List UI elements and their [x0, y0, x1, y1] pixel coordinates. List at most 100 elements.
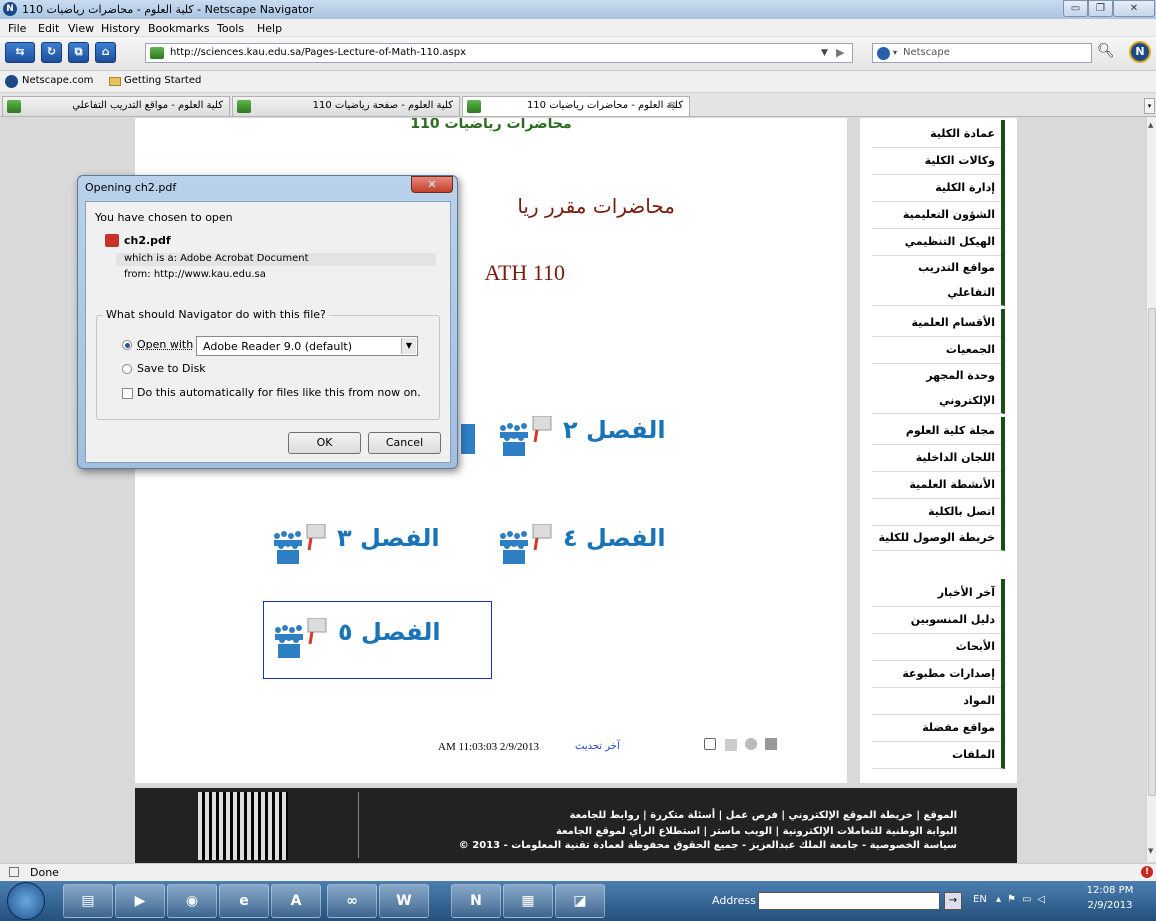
sidebar-item[interactable]: الأقسام العلمية: [872, 309, 1005, 337]
sidebar-item[interactable]: اتصل بالكلية: [872, 498, 1005, 526]
sidebar-item[interactable]: الأبحاث: [872, 633, 1005, 661]
chapter-3-link[interactable]: الفصل ٣: [271, 518, 491, 572]
share-icon[interactable]: [745, 738, 757, 750]
chevron-down-icon[interactable]: ▼: [401, 338, 416, 354]
sidebar-item[interactable]: وحدة المجهر الإلكتروني: [872, 363, 1005, 414]
sidebar-item[interactable]: الشؤون التعليمية: [872, 201, 1005, 229]
tab-math-page[interactable]: كلية العلوم - صفحة رياضيات 110: [232, 96, 460, 116]
sidebar-item[interactable]: الملفات: [872, 741, 1005, 769]
dialog-title: Opening ch2.pdf: [85, 181, 177, 194]
bookmark-getting-started[interactable]: Getting Started: [124, 75, 201, 86]
chapter-4-link[interactable]: الفصل ٤: [497, 518, 717, 572]
minimize-button[interactable]: ▭: [1063, 0, 1088, 17]
sidebar-item[interactable]: مواقع مفضلة: [872, 714, 1005, 742]
sidebar: عمادة الكلية وكالات الكلية إدارة الكلية …: [860, 118, 1017, 783]
address-go-icon[interactable]: →: [944, 892, 962, 910]
menu-edit[interactable]: Edit: [38, 22, 59, 35]
email-icon[interactable]: [765, 738, 777, 750]
pdf-icon[interactable]: [725, 739, 737, 751]
bookmark-netscape[interactable]: Netscape.com: [22, 75, 93, 86]
scroll-up-icon[interactable]: ▲: [1148, 121, 1153, 129]
sidebar-item[interactable]: مجلة كلية العلوم: [872, 417, 1005, 445]
reload-icon[interactable]: ↻: [41, 42, 62, 63]
application-select[interactable]: Adobe Reader 9.0 (default) ▼: [196, 336, 418, 356]
tray-icons[interactable]: ▴⚑▭◁: [996, 894, 1051, 905]
go-icon[interactable]: ▶: [836, 46, 844, 59]
sidebar-item[interactable]: المواد: [872, 687, 1005, 715]
back-forward-icon[interactable]: ⇆: [5, 42, 35, 63]
open-with-label[interactable]: Open with: [137, 338, 193, 351]
auto-checkbox[interactable]: [122, 388, 133, 399]
tab-training-sites[interactable]: كلية العلوم - مواقع التدريب التفاعلي: [2, 96, 230, 116]
engine-dropdown-icon[interactable]: ▾: [893, 48, 897, 57]
ie-icon[interactable]: e: [219, 884, 269, 918]
search-input[interactable]: ▾ Netscape: [872, 43, 1092, 63]
sidebar-item[interactable]: إدارة الكلية: [872, 174, 1005, 202]
app-window-icon[interactable]: ◪: [555, 884, 605, 918]
sidebar-item[interactable]: خريطة الوصول للكلية: [872, 525, 1005, 551]
close-button[interactable]: ✕: [1113, 0, 1155, 17]
app-icon[interactable]: ∞: [327, 884, 377, 918]
clock-date[interactable]: 2/9/2013: [1086, 900, 1134, 911]
acrobat-icon[interactable]: A: [271, 884, 321, 918]
chapter-5-link[interactable]: الفصل ٥: [263, 601, 492, 679]
alert-icon[interactable]: !: [1141, 866, 1153, 878]
menu-view[interactable]: View: [68, 22, 94, 35]
url-bar[interactable]: http://sciences.kau.edu.sa/Pages-Lecture…: [145, 43, 853, 63]
search-icon[interactable]: 🔍︎: [1097, 43, 1115, 59]
start-button[interactable]: [7, 882, 45, 920]
new-tab-icon[interactable]: ⧉: [68, 42, 89, 63]
sidebar-item[interactable]: عمادة الكلية: [872, 120, 1005, 148]
menu-tools[interactable]: Tools: [217, 22, 244, 35]
footer-links-2[interactable]: البوابة الوطنية للتعاملات الإلكترونية | …: [556, 826, 957, 837]
footer-links-1[interactable]: الموقع | خريطة الموقع الإلكتروني | فرص ع…: [570, 810, 957, 821]
language-indicator[interactable]: EN: [973, 894, 987, 905]
save-to-disk-label[interactable]: Save to Disk: [137, 362, 206, 375]
dialog-body: You have chosen to open ch2.pdf which is…: [85, 201, 451, 463]
sidebar-item[interactable]: آخر الأخبار: [872, 579, 1005, 607]
scroll-thumb[interactable]: [1148, 308, 1156, 796]
folder-icon: [109, 77, 121, 86]
auto-checkbox-label[interactable]: Do this automatically for files like thi…: [137, 386, 421, 399]
winrar-icon[interactable]: ▦: [503, 884, 553, 918]
sidebar-item[interactable]: الأنشطة العلمية: [872, 471, 1005, 499]
save-to-disk-radio[interactable]: [122, 364, 132, 374]
sidebar-item[interactable]: وكالات الكلية: [872, 147, 1005, 175]
home-icon[interactable]: ⌂: [95, 42, 116, 63]
clock-time[interactable]: 12:08 PM: [1086, 885, 1134, 896]
media-player-icon[interactable]: ▶: [115, 884, 165, 918]
menu-file[interactable]: File: [8, 22, 26, 35]
sidebar-item[interactable]: اللجان الداخلية: [872, 444, 1005, 472]
scroll-down-icon[interactable]: ▼: [1148, 847, 1153, 855]
vertical-scrollbar[interactable]: ▲ ▼: [1146, 117, 1156, 862]
ok-button[interactable]: OK: [288, 432, 361, 454]
tab-list-icon[interactable]: ▾: [1144, 98, 1155, 114]
word-icon[interactable]: W: [379, 884, 429, 918]
open-with-radio[interactable]: [122, 340, 132, 350]
menu-bookmarks[interactable]: Bookmarks: [148, 22, 209, 35]
chrome-icon[interactable]: ◉: [167, 884, 217, 918]
menu-history[interactable]: History: [101, 22, 140, 35]
tab-close-icon[interactable]: ⊗: [668, 100, 676, 111]
print-icon[interactable]: [704, 738, 716, 750]
url-dropdown-icon[interactable]: ▼: [821, 48, 828, 58]
open-file-dialog: Opening ch2.pdf ✕ You have chosen to ope…: [77, 175, 458, 469]
restore-button[interactable]: ❐: [1088, 0, 1113, 17]
cancel-button[interactable]: Cancel: [368, 432, 441, 454]
file-type: which is a: Adobe Acrobat Document: [124, 253, 309, 264]
footer-divider: [358, 792, 359, 858]
address-input[interactable]: [758, 892, 940, 910]
chapter-2-link[interactable]: الفصل ٢: [497, 410, 717, 464]
sidebar-item[interactable]: دليل المنسوبين: [872, 606, 1005, 634]
dialog-close-button[interactable]: ✕: [411, 176, 453, 193]
sidebar-item[interactable]: الجمعيات: [872, 336, 1005, 364]
netscape-task-icon[interactable]: N: [451, 884, 501, 918]
sidebar-item[interactable]: الهيكل التنظيمي: [872, 228, 1005, 256]
sidebar-item[interactable]: مواقع التدريب التفاعلي: [872, 255, 1005, 306]
application-value: Adobe Reader 9.0 (default): [203, 340, 352, 353]
sidebar-item[interactable]: إصدارات مطبوعة: [872, 660, 1005, 688]
tab-math-lectures[interactable]: كلية العلوم - محاضرات رياضيات 110 ⊗: [462, 96, 690, 116]
menu-help[interactable]: Help: [257, 22, 282, 35]
explorer-icon[interactable]: ▤: [63, 884, 113, 918]
search-engine-icon[interactable]: [877, 47, 890, 60]
